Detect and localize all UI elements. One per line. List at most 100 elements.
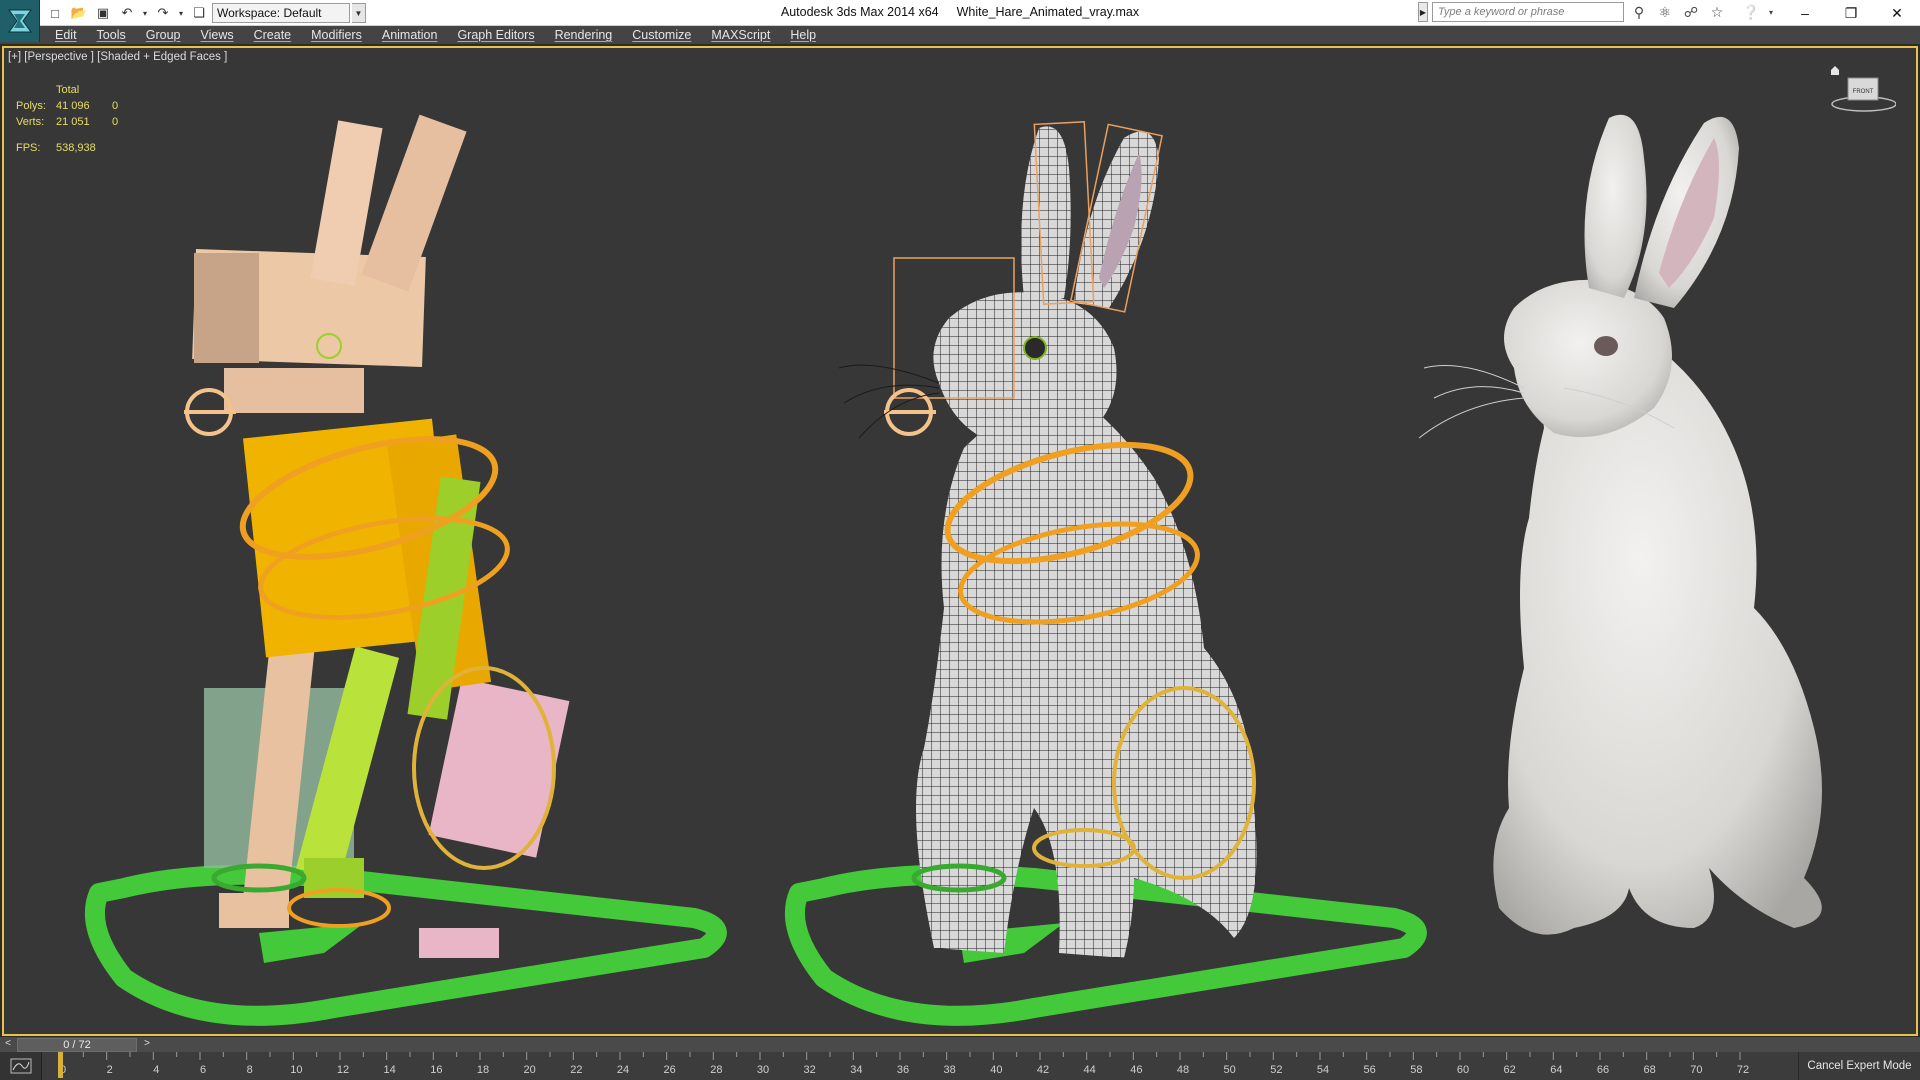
track-tick-label: 60	[1457, 1064, 1469, 1076]
title-bar: □ 📂 ▣ ↶ ▾ ↷ ▾ ❏ Workspace: Default ▼ Aut…	[0, 0, 1920, 42]
key-tool-icon[interactable]: ⚛	[1654, 2, 1676, 22]
current-frame-marker[interactable]	[58, 1052, 63, 1078]
fps-value: 538,938	[56, 142, 96, 154]
menu-customize[interactable]: Customize	[632, 28, 691, 42]
track-tick-label: 34	[850, 1064, 862, 1076]
search-collapse-arrow-icon[interactable]: ▶	[1418, 2, 1428, 22]
track-tick-label: 38	[944, 1064, 956, 1076]
track-tick-label: 64	[1550, 1064, 1562, 1076]
communication-icon[interactable]: ☍	[1680, 2, 1702, 22]
track-tick-label: 68	[1644, 1064, 1656, 1076]
help-icon[interactable]: ❔	[1740, 2, 1762, 22]
track-tick-label: 22	[570, 1064, 582, 1076]
track-tick-label: 12	[337, 1064, 349, 1076]
mini-curve-editor-toggle[interactable]	[0, 1052, 42, 1080]
help-dropdown-icon[interactable]: ▾	[1766, 2, 1776, 22]
track-tick-label: 26	[664, 1064, 676, 1076]
favorites-star-icon[interactable]: ☆	[1706, 2, 1728, 22]
time-slider-thumb[interactable]: 0 / 72	[17, 1038, 137, 1052]
new-file-icon[interactable]: □	[44, 3, 66, 23]
undo-icon[interactable]: ↶	[116, 3, 138, 23]
track-tick-label: 30	[757, 1064, 769, 1076]
statistics-overlay: Total Polys: 41 096 0 Verts: 21 051 0 FPS: 53…	[16, 82, 118, 156]
track-bar[interactable]: 0246810121416182022242628303234363840424…	[58, 1052, 1798, 1080]
track-tick-label: 70	[1690, 1064, 1702, 1076]
rendered-hare-model[interactable]	[1418, 114, 1822, 935]
perspective-viewport[interactable]: [+] [Perspective ] [Shaded + Edged Faces…	[2, 46, 1918, 1036]
menu-animation[interactable]: Animation	[382, 28, 438, 42]
menu-help[interactable]: Help	[790, 28, 816, 42]
time-slider-next-icon[interactable]: >	[140, 1038, 154, 1051]
time-slider[interactable]: < 0 / 72 >	[0, 1036, 1920, 1052]
cancel-expert-mode-button[interactable]: Cancel Expert Mode	[1798, 1052, 1920, 1080]
close-button[interactable]: ✕	[1874, 0, 1920, 26]
time-slider-prev-icon[interactable]: <	[2, 1038, 14, 1051]
workspace-label: Workspace: Default	[217, 6, 322, 20]
restore-button[interactable]: ❐	[1828, 0, 1874, 26]
app-logo-icon	[7, 9, 32, 33]
viewcube-face-label: FRONT	[1853, 89, 1874, 95]
project-folder-icon[interactable]: ❏	[188, 3, 210, 23]
wireframe-mesh-model[interactable]	[784, 121, 1427, 1026]
polys-selected: 0	[112, 100, 119, 112]
track-tick-label: 50	[1224, 1064, 1236, 1076]
menu-edit[interactable]: Edit	[55, 28, 77, 42]
infocenter: ▶ ⚲ ⚛ ☍ ☆ ❔ ▾	[1418, 2, 1776, 22]
window-controls: – ❐ ✕	[1782, 0, 1920, 26]
menu-modifiers[interactable]: Modifiers	[311, 28, 362, 42]
track-tick-label: 42	[1037, 1064, 1049, 1076]
track-tick-label: 8	[247, 1064, 253, 1076]
verts-selected: 0	[112, 116, 119, 128]
track-tick-label: 18	[477, 1064, 489, 1076]
ground-control-left[interactable]	[84, 864, 727, 1026]
track-bar-area: 0246810121416182022242628303234363840424…	[0, 1052, 1920, 1080]
viewport-label-menu[interactable]: [+] [Perspective ] [Shaded + Edged Faces…	[8, 51, 227, 63]
track-tick-label: 10	[290, 1064, 302, 1076]
track-tick-label: 66	[1597, 1064, 1609, 1076]
track-tick-label: 52	[1270, 1064, 1282, 1076]
app-menu-button[interactable]	[0, 0, 40, 42]
track-tick-label: 6	[200, 1064, 206, 1076]
menu-tools[interactable]: Tools	[97, 28, 126, 42]
fps-label: FPS:	[16, 142, 41, 154]
verts-label: Verts:	[16, 116, 45, 128]
viewcube[interactable]: FRONT	[1826, 64, 1896, 114]
track-tick-label: 44	[1084, 1064, 1096, 1076]
scene-canvas[interactable]	[4, 48, 1916, 1034]
menu-rendering[interactable]: Rendering	[555, 28, 613, 42]
search-input[interactable]	[1432, 2, 1624, 22]
menu-maxscript[interactable]: MAXScript	[711, 28, 770, 42]
track-tick-label: 28	[710, 1064, 722, 1076]
menu-views[interactable]: Views	[200, 28, 233, 42]
workspace-dropdown-arrow-icon[interactable]: ▼	[352, 3, 366, 23]
home-icon[interactable]	[1831, 66, 1839, 75]
menu-graph-editors[interactable]: Graph Editors	[457, 28, 534, 42]
track-tick-label: 48	[1177, 1064, 1189, 1076]
curve-editor-icon	[10, 1058, 31, 1074]
menu-group[interactable]: Group	[146, 28, 181, 42]
track-tick-label: 16	[430, 1064, 442, 1076]
skeleton-rig-model[interactable]	[84, 114, 727, 1026]
track-tick-label: 14	[384, 1064, 396, 1076]
file-name: White_Hare_Animated_vray.max	[956, 5, 1140, 19]
open-file-icon[interactable]: 📂	[68, 3, 90, 23]
verts-total: 21 051	[56, 116, 90, 128]
track-tick-label: 24	[617, 1064, 629, 1076]
minimize-button[interactable]: –	[1782, 0, 1828, 26]
binoculars-icon[interactable]: ⚲	[1628, 2, 1650, 22]
menu-create[interactable]: Create	[254, 28, 292, 42]
workspace-dropdown[interactable]: Workspace: Default	[212, 3, 350, 23]
redo-dropdown-icon[interactable]: ▾	[176, 3, 186, 23]
menu-bar: Edit Tools Group Views Create Modifiers …	[0, 26, 1920, 44]
track-tick-label: 46	[1130, 1064, 1142, 1076]
app-name: Autodesk 3ds Max 2014 x64	[780, 5, 939, 19]
redo-icon[interactable]: ↷	[152, 3, 174, 23]
stats-header: Total	[56, 84, 80, 96]
save-icon[interactable]: ▣	[92, 3, 114, 23]
track-tick-label: 32	[804, 1064, 816, 1076]
polys-total: 41 096	[56, 100, 90, 112]
track-tick-label: 40	[990, 1064, 1002, 1076]
track-tick-label: 54	[1317, 1064, 1329, 1076]
undo-dropdown-icon[interactable]: ▾	[140, 3, 150, 23]
track-tick-label: 72	[1737, 1064, 1749, 1076]
